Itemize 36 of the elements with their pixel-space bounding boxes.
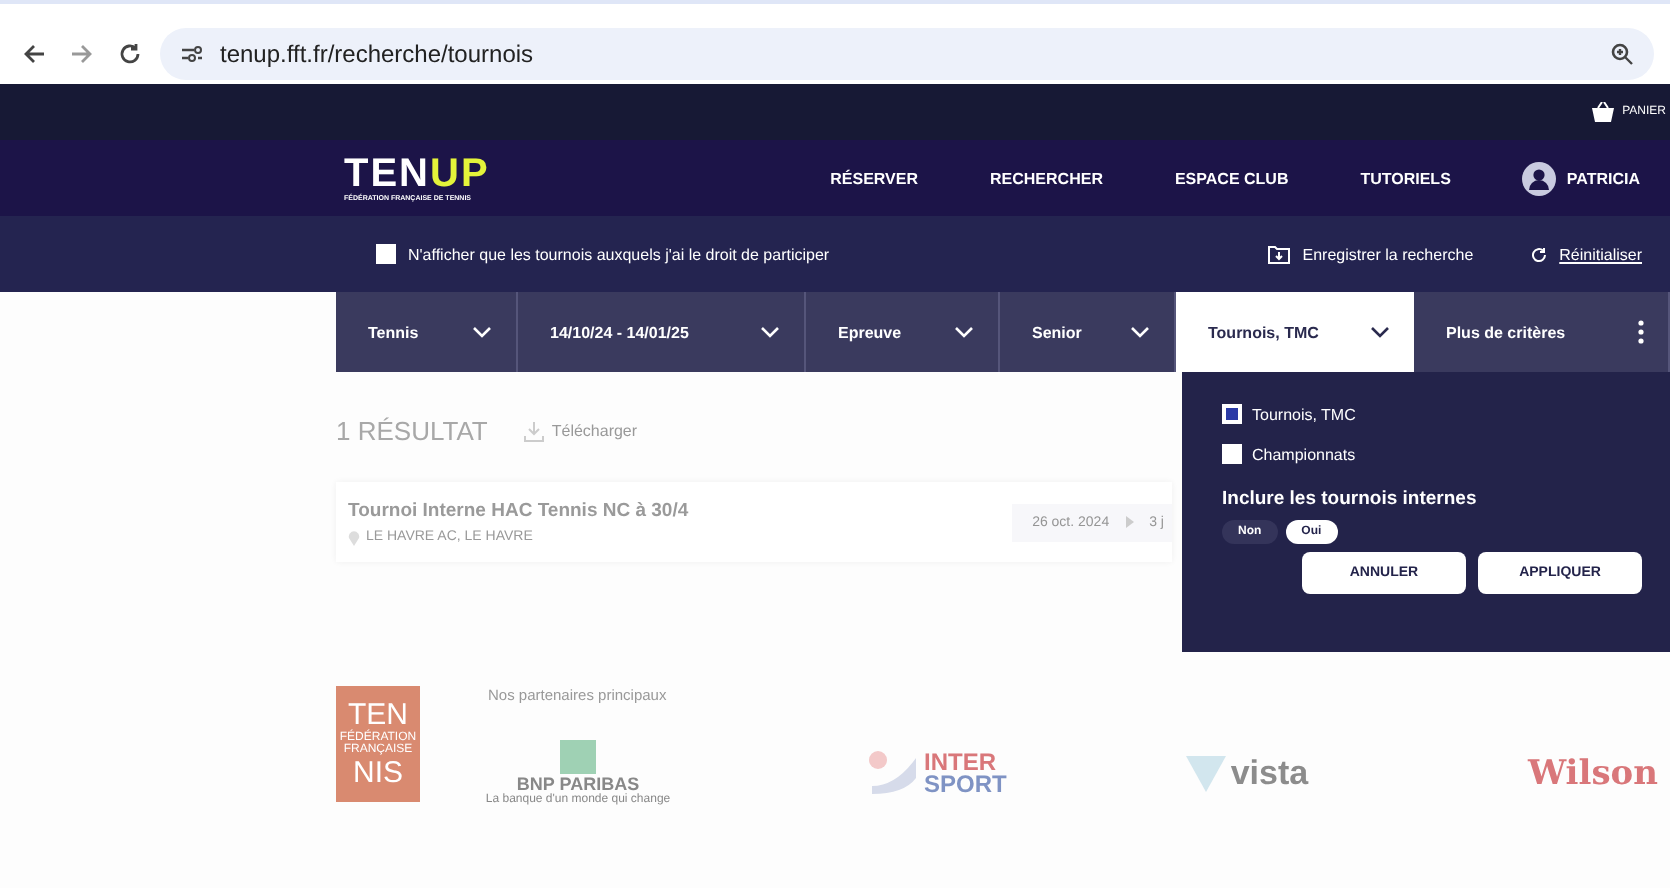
section-heading: Inclure les tournois internes <box>1222 488 1479 510</box>
chevron-down-icon <box>760 326 780 338</box>
reset-icon <box>1529 245 1548 263</box>
type-option[interactable]: Championnats <box>1222 444 1630 464</box>
more-vertical-icon <box>1638 320 1644 344</box>
save-search-button[interactable]: Enregistrer la recherche <box>1268 244 1474 264</box>
filter-dropdown[interactable]: 14/10/24 - 14/01/25 <box>518 292 806 372</box>
location-pin-icon <box>348 529 360 545</box>
folder-download-icon <box>1268 244 1291 264</box>
caret-right-icon <box>1125 516 1134 528</box>
checkbox[interactable] <box>1222 444 1242 464</box>
tournament-title: Tournoi Interne HAC Tennis NC à 30/4 <box>348 499 689 521</box>
checkbox[interactable] <box>376 244 396 264</box>
type-option[interactable]: Tournois, TMC <box>1222 404 1630 424</box>
zoom-icon[interactable] <box>1610 42 1634 66</box>
chevron-down-icon <box>954 326 974 338</box>
filter-dropdown[interactable]: Tennis <box>336 292 518 372</box>
filter-dropdown[interactable]: Epreuve <box>806 292 1000 372</box>
chevron-down-icon <box>472 326 492 338</box>
chevron-down-icon <box>1370 326 1390 338</box>
address-bar[interactable]: tenup.fft.fr/recherche/tournois <box>160 28 1654 80</box>
reset-link[interactable]: Réinitialiser <box>1529 245 1642 263</box>
checkbox[interactable] <box>1222 404 1242 424</box>
nav-link[interactable]: RECHERCHER <box>990 169 1103 187</box>
site-settings-icon[interactable] <box>180 44 204 64</box>
nav-link[interactable]: RÉSERVER <box>830 169 919 187</box>
user-menu[interactable]: PATRICIA <box>1522 161 1640 195</box>
download-icon <box>523 421 544 441</box>
basket-icon <box>1592 102 1615 122</box>
chevron-down-icon <box>1130 326 1150 338</box>
filter-dropdown[interactable]: Tournois, TMC <box>1176 292 1414 372</box>
avatar-icon <box>1522 161 1557 195</box>
nav-link[interactable]: TUTORIELS <box>1360 169 1451 187</box>
nav-link[interactable]: ESPACE CLUB <box>1174 169 1289 187</box>
result-count: 1 RÉSULTAT <box>336 416 488 446</box>
eligible-only-checkbox[interactable]: N'afficher que les tournois auxquels j'ai le droit de participer <box>376 244 830 264</box>
